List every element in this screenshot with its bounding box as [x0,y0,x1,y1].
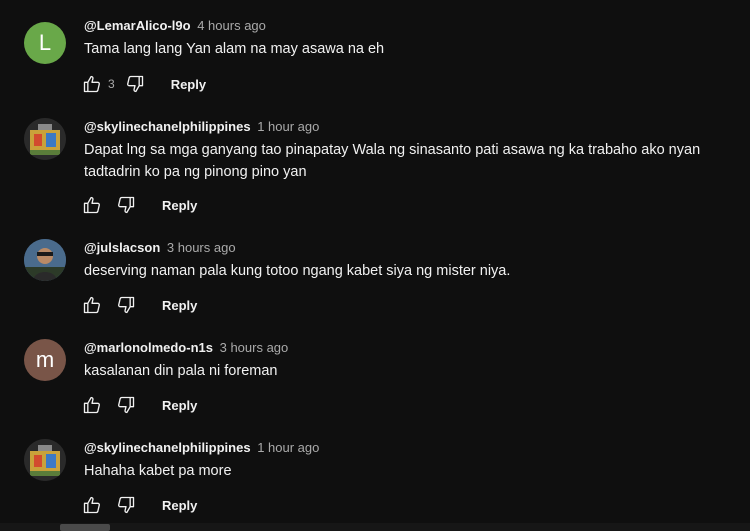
horizontal-scrollbar[interactable] [0,523,750,531]
comment-time[interactable]: 3 hours ago [167,240,236,255]
profile-photo-icon [24,118,66,160]
comment-time[interactable]: 3 hours ago [220,340,289,355]
avatar[interactable] [24,439,66,481]
comment-author[interactable]: @julslacson [84,240,160,255]
scrollbar-thumb[interactable] [60,524,110,531]
comment-actions: Reply [80,293,197,317]
comment-text: Dapat lng sa mga ganyang tao pinapatay W… [84,142,701,180]
reply-button[interactable]: Reply [171,77,206,92]
avatar[interactable]: m [24,339,66,381]
thumbs-down-icon[interactable] [114,393,138,417]
thumbs-up-icon[interactable] [80,393,104,417]
reply-button[interactable]: Reply [162,298,197,313]
thumbs-down-icon[interactable] [114,193,138,217]
comment-time[interactable]: 4 hours ago [197,18,266,33]
comment-header: @skylinechanelphilippines 1 hour ago [84,118,319,136]
comment-header: @marlonolmedo-n1s 3 hours ago [84,339,288,357]
reply-button[interactable]: Reply [162,198,197,213]
comment-time[interactable]: 1 hour ago [257,440,319,455]
avatar[interactable] [24,118,66,160]
comment-text: Hahaha kabet pa more [84,463,232,479]
comment-author[interactable]: @skylinechanelphilippines [84,119,251,134]
comment-actions: 3 Reply [80,72,206,96]
thumbs-up-icon[interactable] [80,293,104,317]
comment-time[interactable]: 1 hour ago [257,119,319,134]
thumbs-down-icon[interactable] [114,293,138,317]
comment-header: @julslacson 3 hours ago [84,239,236,257]
comment-actions: Reply [80,393,197,417]
avatar[interactable]: L [24,22,66,64]
comment-text: Tama lang lang Yan alam na may asawa na … [84,41,385,57]
thumbs-down-icon[interactable] [114,493,138,517]
comment-header: @LemarAlico-l9o 4 hours ago [84,17,266,35]
like-count: 3 [108,77,115,91]
comment-author[interactable]: @LemarAlico-l9o [84,18,191,33]
comment-actions: Reply [80,193,197,217]
comment-header: @skylinechanelphilippines 1 hour ago [84,439,319,457]
thumbs-up-icon[interactable] [80,193,104,217]
comment-author[interactable]: @marlonolmedo-n1s [84,340,213,355]
comment-author[interactable]: @skylinechanelphilippines [84,440,251,455]
thumbs-down-icon[interactable] [123,72,147,96]
thumbs-up-icon[interactable] [80,493,104,517]
comment-text: kasalanan din pala ni foreman [84,363,278,379]
profile-photo-icon [24,439,66,481]
avatar[interactable] [24,239,66,281]
comment-text: deserving naman pala kung totoo ngang ka… [84,263,511,279]
reply-button[interactable]: Reply [162,498,197,513]
thumbs-up-icon[interactable] [80,72,104,96]
profile-photo-icon [24,239,66,281]
comment-actions: Reply [80,493,197,517]
reply-button[interactable]: Reply [162,398,197,413]
